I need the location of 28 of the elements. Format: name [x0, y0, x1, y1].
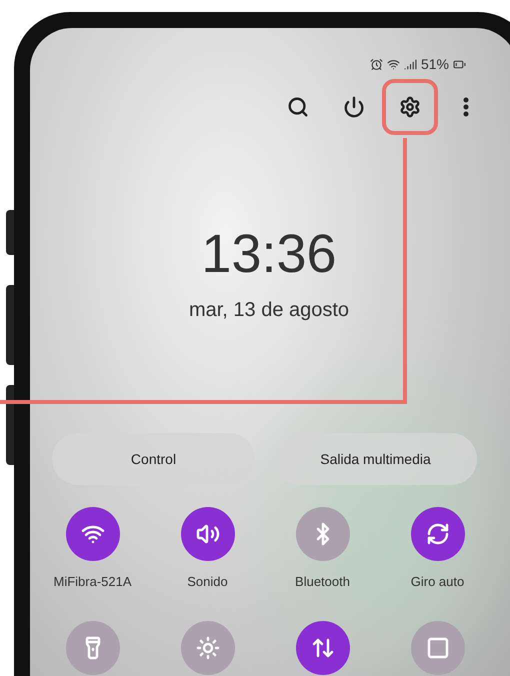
settings-icon — [399, 96, 421, 118]
pill-button[interactable]: Salida multimedia — [274, 433, 477, 485]
settings-button[interactable] — [382, 79, 438, 135]
more-icon — [463, 97, 469, 117]
power-icon — [343, 96, 365, 118]
toggle-tile[interactable] — [296, 621, 350, 675]
toggle-tile[interactable] — [410, 507, 464, 561]
arrows-icon — [310, 636, 334, 660]
toggle-tile[interactable] — [66, 507, 120, 561]
rotate-icon — [426, 522, 450, 546]
speaker-icon — [196, 522, 220, 546]
battery-icon — [453, 58, 466, 71]
tile-label: MiFibra-521A — [52, 573, 133, 591]
pill-button[interactable]: Control — [52, 433, 255, 485]
tile-label: Giro auto — [410, 573, 466, 591]
square-icon — [426, 636, 450, 660]
alarm-icon — [370, 58, 383, 71]
tile-label: Sonido — [186, 573, 229, 591]
clock-time: 13:36 — [201, 227, 337, 281]
toggle-tile[interactable] — [296, 507, 350, 561]
toggle-tile[interactable] — [180, 621, 234, 675]
sun-icon — [196, 636, 220, 660]
search-icon — [287, 96, 309, 118]
clock-date: mar, 13 de agosto — [188, 298, 350, 323]
battery-percentage: 51% — [420, 55, 449, 74]
tile-label: Bluetooth — [294, 573, 351, 591]
toggle-tile[interactable] — [180, 507, 234, 561]
signal-icon — [404, 58, 417, 71]
